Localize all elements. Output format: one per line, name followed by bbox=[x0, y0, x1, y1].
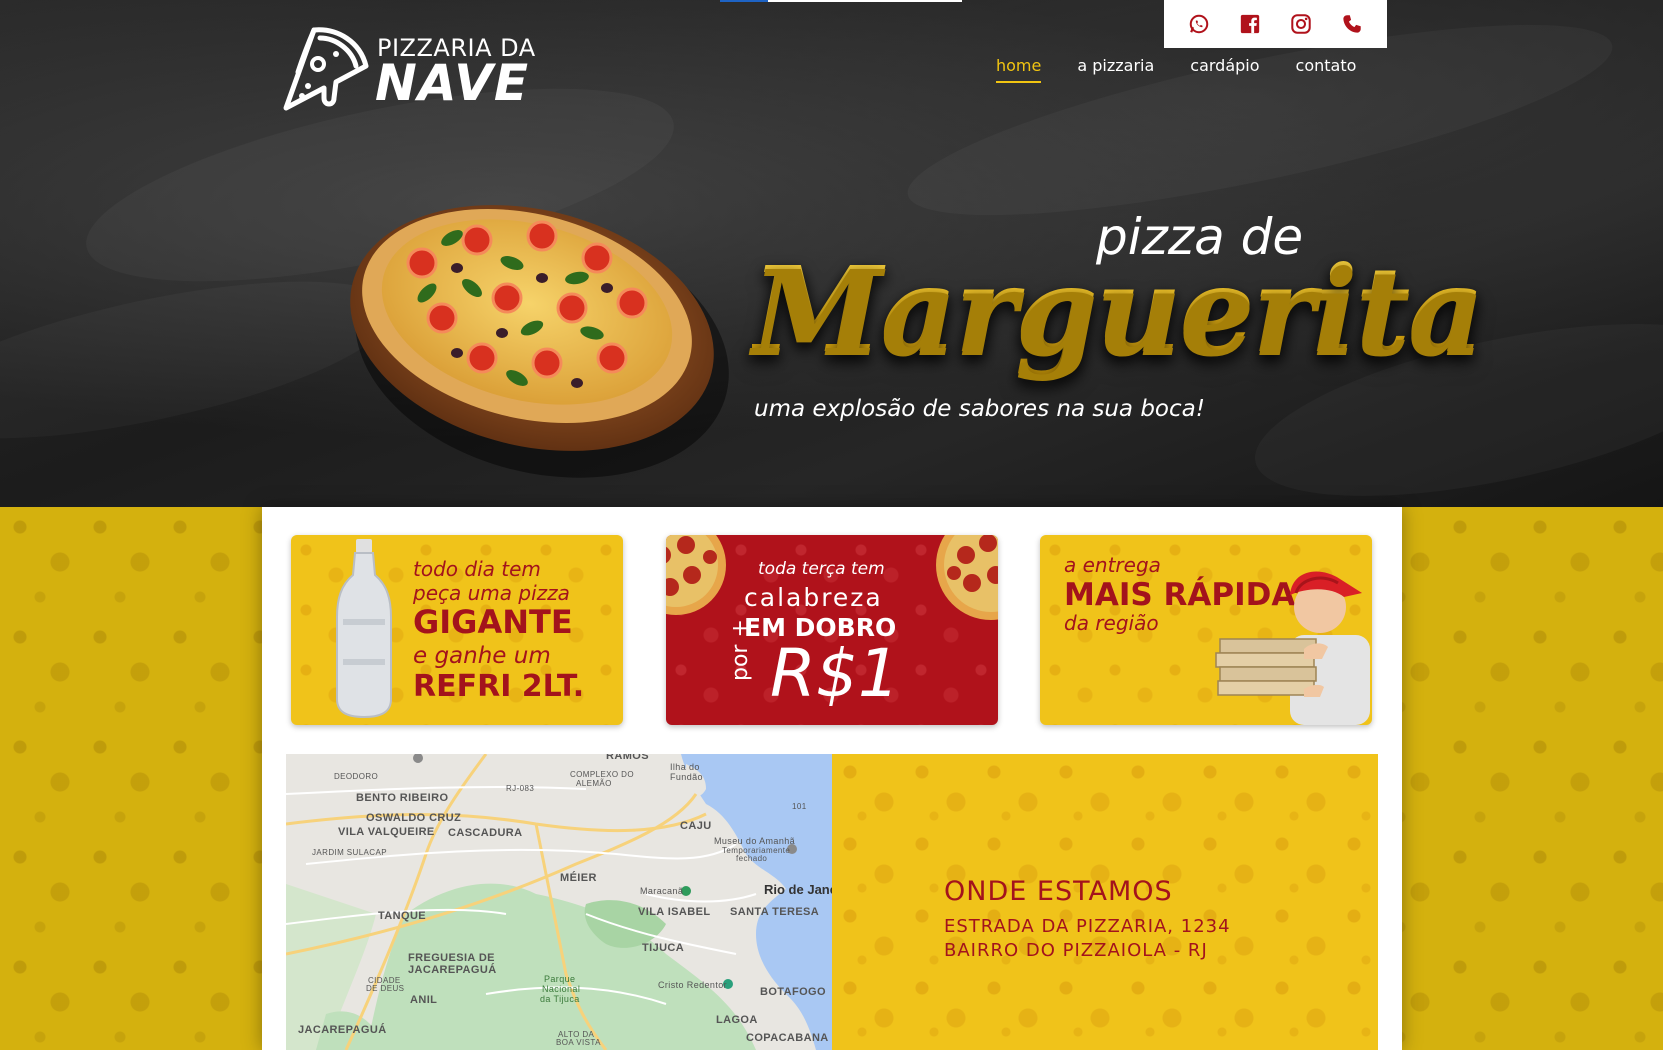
nav-item-cardapio[interactable]: cardápio bbox=[1190, 56, 1259, 83]
promo-calabreza-line1: toda terça tem bbox=[758, 559, 885, 579]
location-address-line2: BAIRRO DO PIZZAIOLA - RJ bbox=[944, 940, 1208, 961]
map-label: Maracanã bbox=[640, 886, 684, 896]
map-label: fechado bbox=[736, 854, 768, 863]
map-label: RJ-083 bbox=[506, 784, 535, 793]
map-label: DEODORO bbox=[334, 772, 379, 781]
location-info-panel: ONDE ESTAMOS ESTRADA DA PIZZARIA, 1234 B… bbox=[832, 754, 1378, 1050]
map-label: RAMOS bbox=[606, 754, 649, 762]
promo-refri-line4: e ganhe um bbox=[413, 643, 551, 669]
brand-logo[interactable]: PIZZARIA DA NAVE bbox=[278, 24, 538, 114]
nav-item-contato[interactable]: contato bbox=[1296, 56, 1357, 83]
map-label: VILA VALQUEIRE bbox=[338, 826, 435, 838]
map-label: FREGUESIA DE bbox=[408, 952, 495, 964]
location-title: ONDE ESTAMOS bbox=[944, 876, 1173, 907]
facebook-icon[interactable] bbox=[1237, 11, 1263, 37]
nav-item-a-pizzaria[interactable]: a pizzaria bbox=[1077, 56, 1154, 83]
map-label: BOTAFOGO bbox=[760, 986, 826, 998]
map-label: da Tijuca bbox=[540, 994, 580, 1004]
map-label: SANTA TERESA bbox=[730, 906, 820, 918]
map-label: LAGOA bbox=[716, 1014, 758, 1026]
promo-refri-line3: GIGANTE bbox=[413, 603, 573, 641]
map-label: VILA ISABEL bbox=[638, 906, 711, 918]
map-label: COPACABANA bbox=[746, 1032, 829, 1044]
map-label: BOA VISTA bbox=[556, 1038, 601, 1047]
promo-refri-line1: todo dia tem bbox=[413, 557, 541, 581]
map-label: Fundão bbox=[670, 772, 703, 782]
main-content: todo dia tem peça uma pizza GIGANTE e ga… bbox=[262, 507, 1402, 1050]
promo-refri-line5: REFRI 2LT. bbox=[413, 669, 585, 704]
map-label: Museu do Amanhã bbox=[714, 836, 796, 846]
whatsapp-icon[interactable] bbox=[1186, 11, 1212, 37]
instagram-icon[interactable] bbox=[1288, 11, 1314, 37]
map-label: Ilha do bbox=[670, 762, 700, 772]
nav-item-home[interactable]: home bbox=[996, 56, 1042, 83]
promo-calabreza-line2: calabreza bbox=[744, 583, 883, 612]
promo-refri-line2: peça uma pizza bbox=[413, 581, 570, 605]
hero-pizza-image bbox=[332, 178, 732, 478]
map-label: Cristo Redentor bbox=[658, 980, 728, 990]
map-label: Parque bbox=[544, 974, 576, 984]
hero-subtitle: uma explosão de sabores na sua boca! bbox=[754, 396, 1205, 422]
promo-banner-calabreza[interactable]: toda terça tem calabreza EM DOBRO por + … bbox=[666, 535, 998, 725]
map-label: ANIL bbox=[410, 994, 438, 1006]
pizza-slice-logo-icon bbox=[283, 27, 369, 111]
phone-icon[interactable] bbox=[1339, 11, 1365, 37]
hero-headline-main: Marguerita bbox=[752, 240, 1485, 379]
map-label: CAJU bbox=[680, 820, 712, 832]
map-label: DE DEUS bbox=[366, 984, 405, 993]
hero-section: PIZZARIA DA NAVE home a pizzaria cardápi… bbox=[0, 0, 1663, 507]
map-label: OSWALDO CRUZ bbox=[366, 812, 462, 824]
brand-name-main: NAVE bbox=[375, 54, 529, 112]
map-label: TANQUE bbox=[378, 910, 427, 922]
map-label: MÉIER bbox=[560, 872, 597, 884]
promo-entrega-line1: a entrega bbox=[1064, 553, 1161, 577]
map-label: BENTO RIBEIRO bbox=[356, 792, 449, 804]
promo-banner-refri[interactable]: todo dia tem peça uma pizza GIGANTE e ga… bbox=[291, 535, 623, 725]
map-label: JARDIM SULACAP bbox=[312, 848, 387, 857]
map-label: 101 bbox=[792, 802, 807, 811]
promo-calabreza-line4: por + bbox=[728, 619, 753, 681]
map-label: COMPLEXO DO bbox=[570, 770, 634, 779]
top-loading-bar bbox=[720, 0, 962, 2]
map-label: JACAREPAGUÁ bbox=[408, 964, 497, 976]
location-address-line1: ESTRADA DA PIZZARIA, 1234 bbox=[944, 916, 1231, 937]
promo-calabreza-line5: R$1 bbox=[770, 635, 900, 712]
main-nav: home a pizzaria cardápio contato bbox=[996, 56, 1356, 83]
promo-entrega-line3: da região bbox=[1064, 611, 1159, 635]
map-label: TIJUCA bbox=[642, 942, 685, 954]
map-label: ALEMÃO bbox=[576, 779, 612, 788]
map-label: JACAREPAGUÁ bbox=[298, 1024, 387, 1036]
soda-bottle-image bbox=[336, 539, 392, 719]
location-map[interactable]: RAMOS Ilha do Fundão DEODORO COMPLEXO DO… bbox=[286, 754, 832, 1050]
social-bar bbox=[1164, 0, 1387, 48]
promo-banner-entrega[interactable]: a entrega MAIS RÁPIDA da região bbox=[1040, 535, 1372, 725]
map-label: CASCADURA bbox=[448, 827, 523, 839]
delivery-boy-image bbox=[1215, 571, 1370, 725]
map-label: Nacional bbox=[542, 984, 581, 994]
map-label: Rio de Jane bbox=[764, 882, 832, 897]
